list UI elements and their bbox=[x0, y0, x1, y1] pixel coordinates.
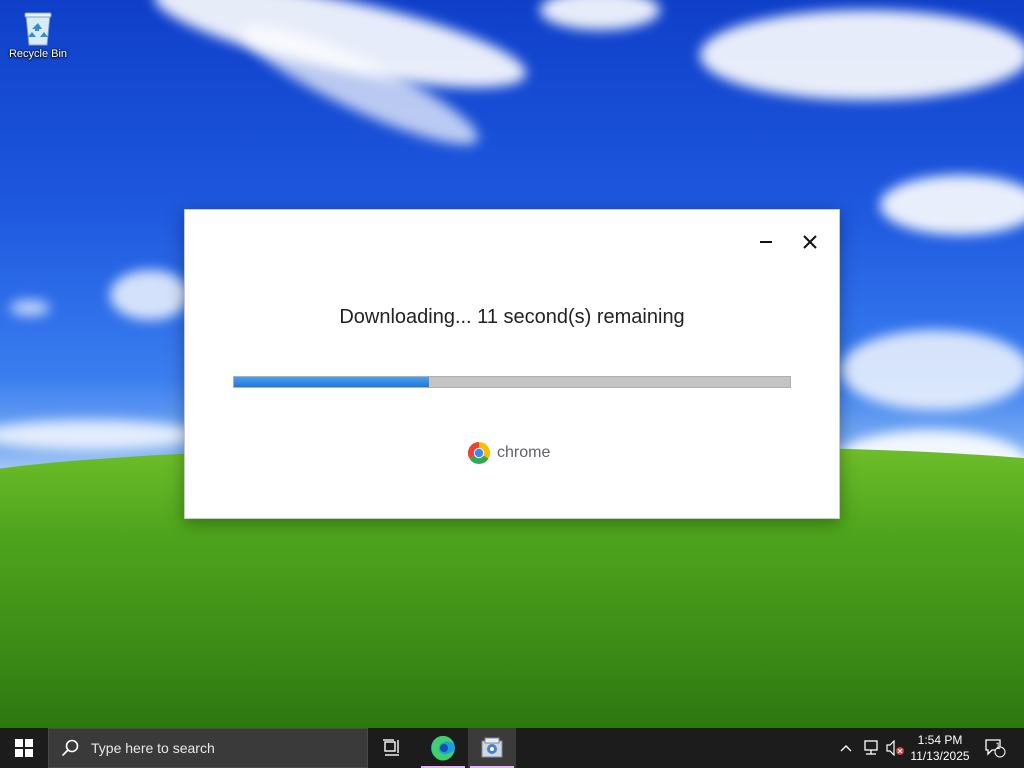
clock-time: 1:54 PM bbox=[917, 733, 963, 747]
chrome-logo-icon bbox=[467, 442, 491, 465]
taskbar: 1:54 PM 11/13/2025 1 bbox=[0, 728, 1024, 768]
progress-fill bbox=[234, 377, 429, 387]
recycle-bin-label: Recycle Bin bbox=[8, 48, 68, 60]
chrome-brand-name: chrome bbox=[497, 444, 551, 461]
show-hidden-icons-button[interactable] bbox=[836, 728, 856, 768]
chevron-up-icon bbox=[840, 745, 852, 752]
search-input[interactable] bbox=[89, 739, 353, 757]
network-button[interactable] bbox=[860, 728, 882, 768]
recycle-bin-icon bbox=[23, 10, 53, 46]
search-icon bbox=[61, 739, 79, 757]
task-view-icon bbox=[383, 739, 399, 756]
edge-icon bbox=[431, 735, 455, 761]
recycle-bin-shortcut[interactable]: Recycle Bin bbox=[4, 6, 72, 60]
network-icon bbox=[864, 740, 878, 755]
start-button[interactable] bbox=[0, 728, 48, 768]
minimize-icon bbox=[760, 241, 772, 243]
volume-button[interactable] bbox=[884, 728, 906, 768]
minimize-button[interactable] bbox=[752, 228, 780, 256]
close-button[interactable] bbox=[796, 228, 824, 256]
close-icon bbox=[803, 235, 817, 249]
installer-taskbar-button[interactable] bbox=[468, 728, 516, 768]
notification-center-button[interactable]: 1 bbox=[980, 728, 1010, 768]
edge-taskbar-button[interactable] bbox=[419, 728, 467, 768]
download-status-text: Downloading... 11 second(s) remaining bbox=[339, 306, 685, 328]
taskbar-clock[interactable]: 1:54 PM 11/13/2025 bbox=[906, 732, 974, 764]
chrome-brand: chrome bbox=[467, 441, 550, 465]
chrome-installer-dialog: Downloading... 11 second(s) remaining ch… bbox=[184, 209, 840, 519]
windows-start-icon bbox=[15, 739, 33, 757]
clock-date: 11/13/2025 bbox=[910, 749, 970, 763]
volume-muted-icon bbox=[886, 740, 904, 756]
installer-icon bbox=[481, 737, 503, 758]
notification-count: 1 bbox=[995, 741, 1001, 751]
download-progress-bar bbox=[233, 376, 791, 388]
taskbar-search-box[interactable] bbox=[48, 728, 368, 768]
task-view-button[interactable] bbox=[368, 728, 416, 768]
